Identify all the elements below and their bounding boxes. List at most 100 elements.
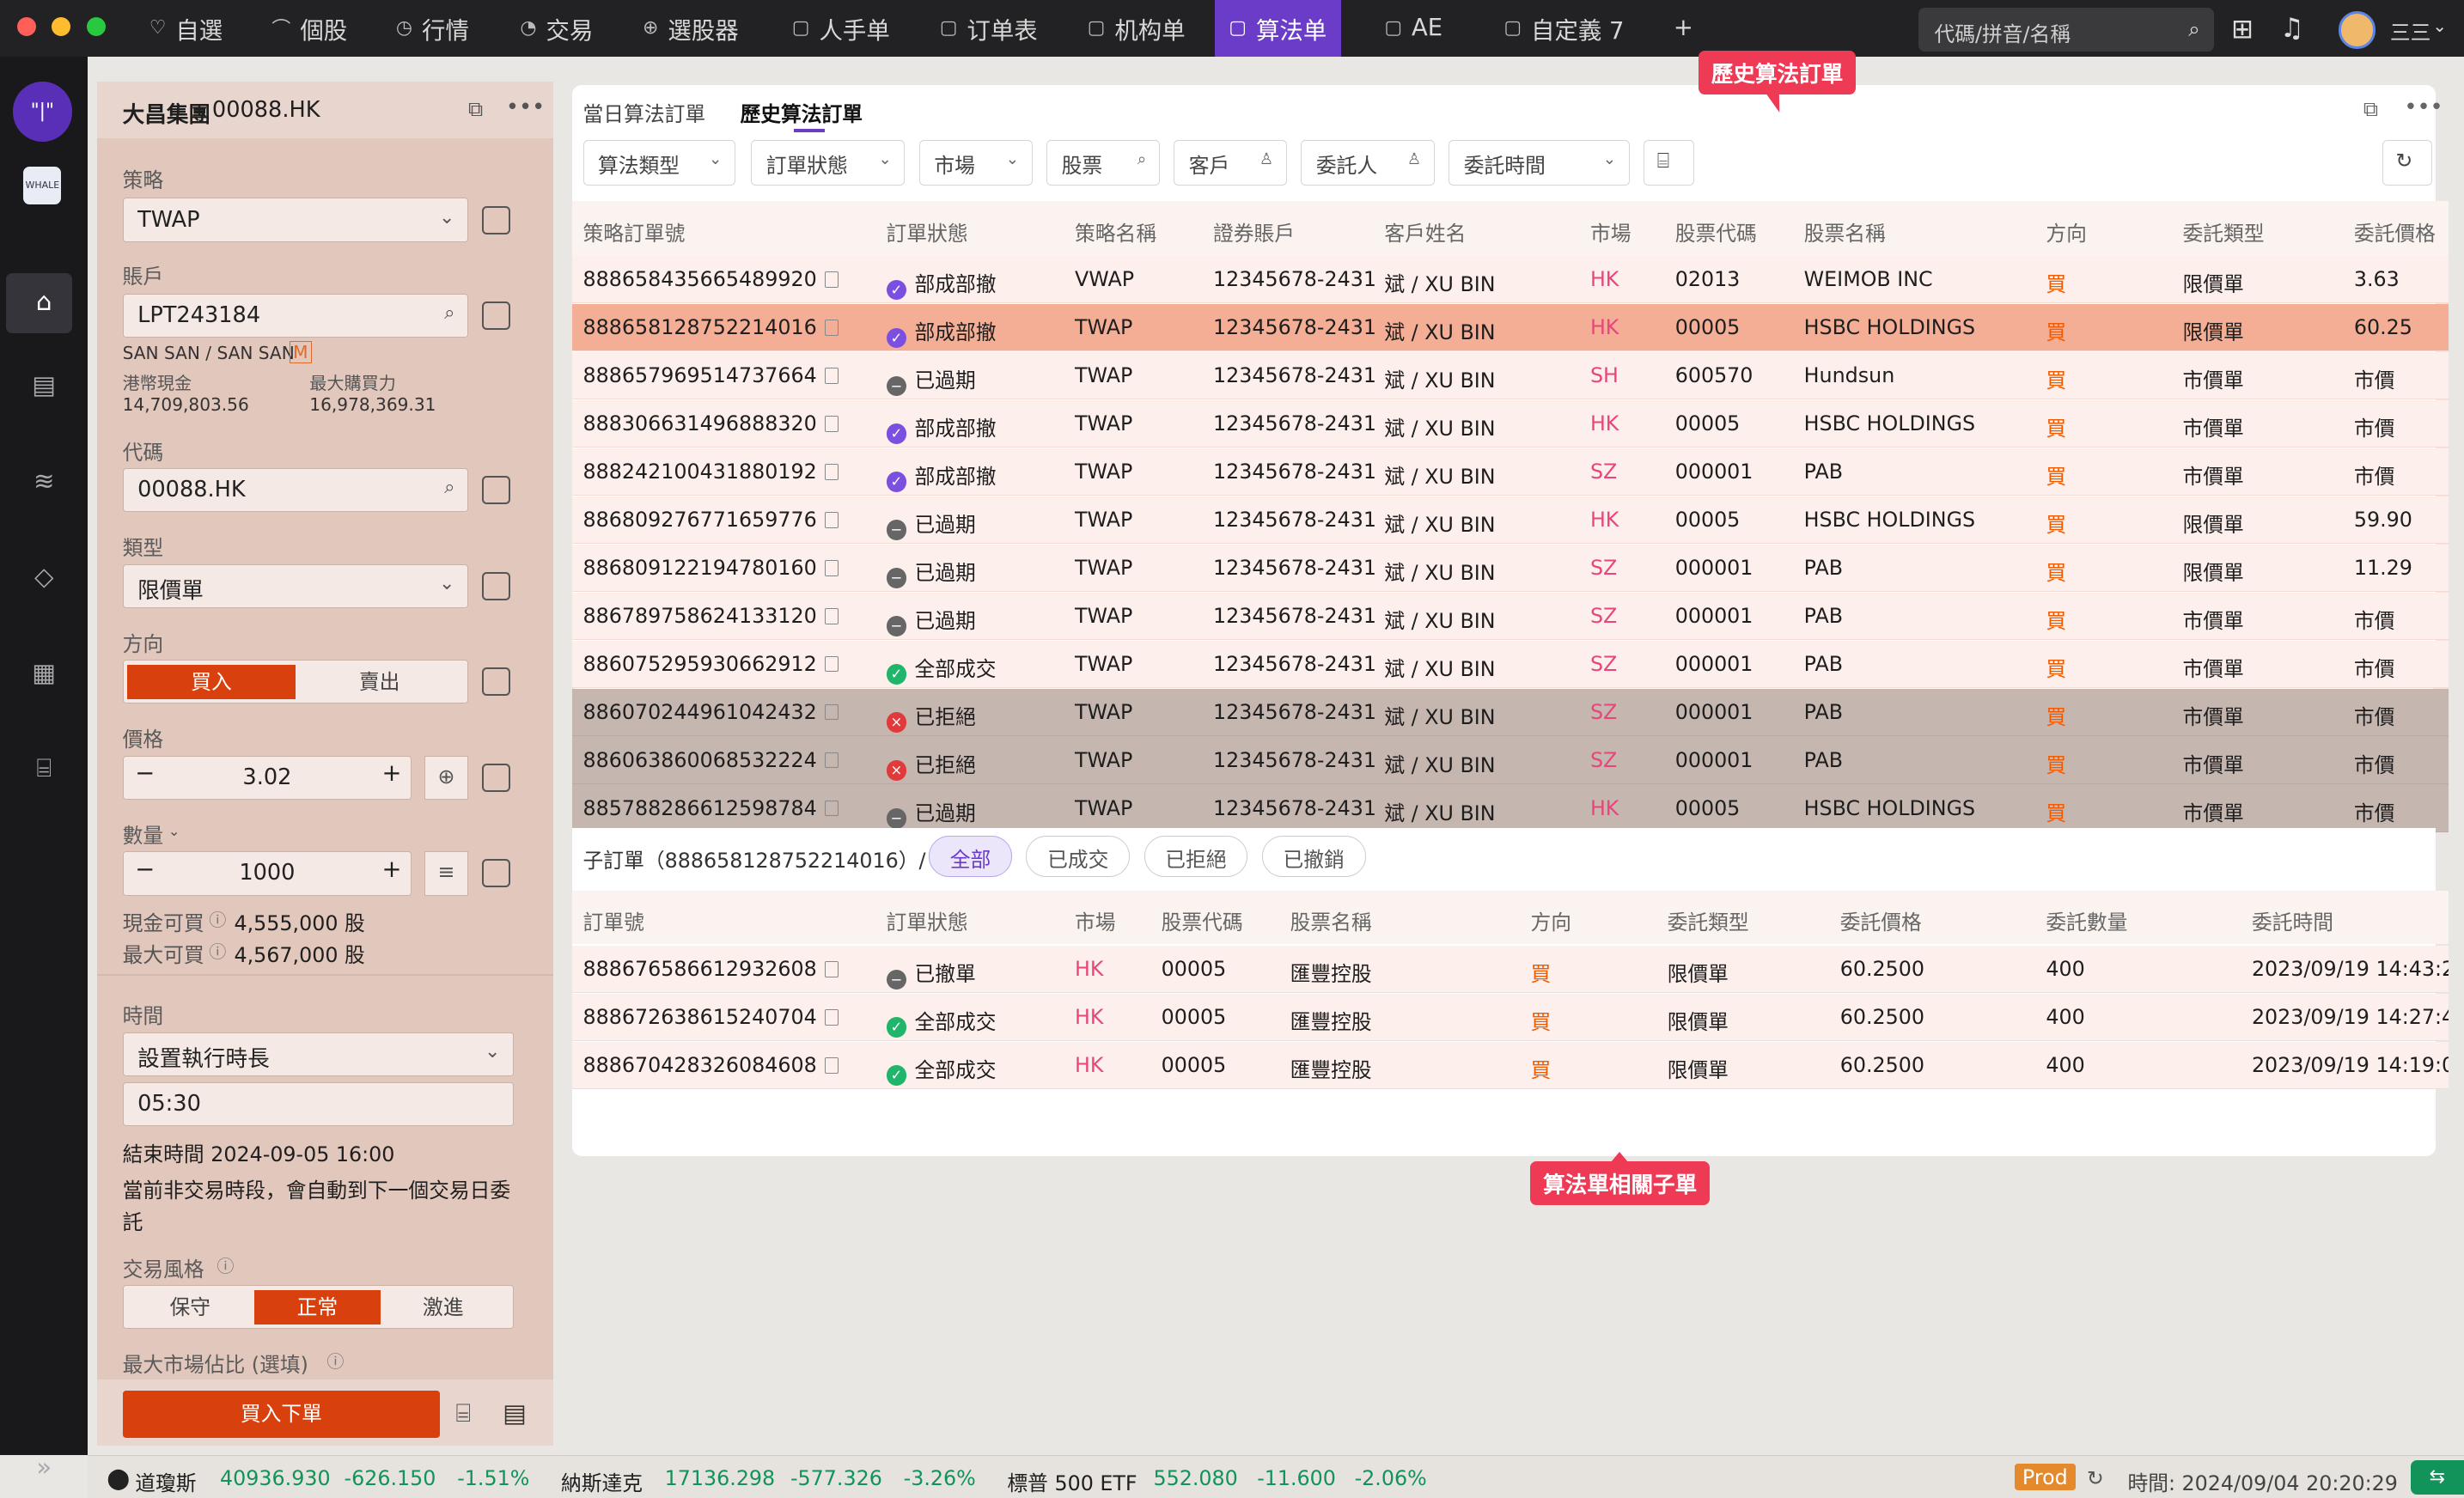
table-row[interactable]: 886809122194780160 − 已過期 TWAP 12345678-2431 斌… xyxy=(571,544,2449,592)
duration-input[interactable]: 05:30 xyxy=(122,1082,515,1127)
quantity-checkbox[interactable] xyxy=(482,859,511,888)
column-header[interactable]: 策略訂單號 xyxy=(583,216,686,247)
expand-icon[interactable]: » xyxy=(21,1444,68,1491)
copy-icon[interactable] xyxy=(824,704,839,721)
table-row[interactable]: 886809276771659776 − 已過期 TWAP 12345678-2431 斌… xyxy=(571,496,2449,544)
shield-icon[interactable]: ◇ xyxy=(21,553,68,600)
bell-icon[interactable]: ♫ xyxy=(2280,13,2304,44)
tab-6[interactable]: ▢ 人手单 xyxy=(778,0,904,57)
crosshair-icon[interactable]: ⊕ xyxy=(424,755,469,800)
order-type-select[interactable]: 限價單 ⌄ xyxy=(122,563,469,608)
info-icon[interactable]: ⓘ xyxy=(209,938,226,963)
price-stepper[interactable]: 3.02 xyxy=(122,755,412,800)
copy-icon[interactable] xyxy=(824,560,839,576)
submit-buy-button[interactable]: 買入下單 xyxy=(122,1390,441,1438)
trade-style-option[interactable]: 激進 xyxy=(381,1290,506,1324)
minimize-window-button[interactable] xyxy=(52,17,71,37)
tab-11[interactable]: ▢ 自定義 7 xyxy=(1490,0,1638,57)
popout-icon[interactable]: ⧉ xyxy=(2363,97,2378,121)
table-row[interactable]: 888676586612932608 − 已撤單 HK 00005 匯豐控股 買 限價單 60.… xyxy=(571,946,2449,993)
home-icon[interactable]: ⌂ xyxy=(21,278,68,326)
info-icon[interactable]: ⓘ xyxy=(217,1252,234,1277)
copy-icon[interactable] xyxy=(824,656,839,673)
code-input[interactable]: 00088.HK ⌕ xyxy=(122,468,469,513)
tab-8[interactable]: ▢ 机构单 xyxy=(1073,0,1199,57)
info-icon[interactable]: ⓘ xyxy=(209,906,226,931)
quantity-stepper[interactable]: 1000 xyxy=(122,851,412,896)
column-header[interactable]: 股票名稱 xyxy=(1804,216,1886,247)
refresh-icon[interactable]: ↻ xyxy=(2087,1466,2104,1490)
account-checkbox[interactable] xyxy=(482,301,511,331)
tab-3[interactable]: ◷ 行情 xyxy=(381,0,483,57)
price-checkbox[interactable] xyxy=(482,763,511,792)
table-row[interactable]: 888242100431880192 ✓ 部成部撤 TWAP 12345678-2431… xyxy=(571,448,2449,496)
table-row[interactable]: 888670428326084608 ✓ 全部成交 HK 00005 匯豐控股 買 限價單 60… xyxy=(571,1041,2449,1089)
copy-icon[interactable] xyxy=(824,801,839,817)
column-header[interactable]: 證券賬戶 xyxy=(1213,216,1295,247)
more-icon[interactable]: ••• xyxy=(2404,94,2443,120)
price-plus-button[interactable]: + xyxy=(381,760,401,787)
filter-7[interactable]: 委託時間 ⌄ xyxy=(1449,139,1630,186)
quantity-plus-button[interactable]: + xyxy=(381,856,401,883)
filter-pill[interactable]: 已成交 xyxy=(1026,836,1131,877)
copy-icon[interactable] xyxy=(824,1057,839,1074)
copy-icon[interactable] xyxy=(824,416,839,432)
copy-icon[interactable] xyxy=(824,1009,839,1026)
refresh-icon[interactable]: ↻ xyxy=(2382,139,2433,186)
filter-pill[interactable]: 全部 xyxy=(928,836,1012,877)
trade-style-option[interactable]: 保守 xyxy=(127,1290,253,1324)
tab-today-orders[interactable]: 當日算法訂單 xyxy=(583,97,706,127)
sell-toggle[interactable]: 賣出 xyxy=(297,665,462,699)
tab-7[interactable]: ▢ 订单表 xyxy=(925,0,1052,57)
filter-2[interactable]: 訂單狀態 ⌄ xyxy=(751,139,906,186)
column-header[interactable]: 訂單狀態 xyxy=(887,216,968,247)
copy-icon[interactable] xyxy=(824,512,839,528)
table-row[interactable]: 886789758624133120 − 已過期 TWAP 12345678-2431 斌… xyxy=(571,592,2449,640)
table-row[interactable]: 886075295930662912 ✓ 全部成交 TWAP 12345678-2431… xyxy=(571,640,2449,688)
table-row[interactable]: 888658435665489920 ✓ 部成部撤 VWAP 12345678-2431… xyxy=(571,256,2449,303)
time-mode-select[interactable]: 設置執行時長 ⌄ xyxy=(122,1032,515,1076)
filter-1[interactable]: 算法類型 ⌄ xyxy=(582,139,735,186)
trade-style-option[interactable]: 正常 xyxy=(254,1289,381,1324)
copy-icon[interactable] xyxy=(824,752,839,769)
chevron-down-icon[interactable]: ⌄ xyxy=(2432,15,2447,36)
quantity-minus-button[interactable]: − xyxy=(135,856,155,883)
copy-icon[interactable] xyxy=(824,608,839,624)
table-row[interactable]: 885788286612598784 − 已過期 TWAP 12345678-2431 斌… xyxy=(571,784,2449,832)
strategy-checkbox[interactable] xyxy=(482,205,511,234)
tab-5[interactable]: ⊕ 選股器 xyxy=(629,0,753,57)
tab-4[interactable]: ◔ 交易 xyxy=(506,0,607,57)
type-checkbox[interactable] xyxy=(482,571,511,600)
report-icon[interactable]: ▦ xyxy=(21,649,68,696)
tab-1[interactable]: ♡ 自選 xyxy=(135,0,236,57)
filter-5[interactable]: 客戶 ♙ xyxy=(1174,139,1287,186)
more-icon[interactable]: ••• xyxy=(506,94,545,120)
table-row[interactable]: 888657969514737664 − 已過期 TWAP 12345678-2431 斌… xyxy=(571,352,2449,399)
export-icon[interactable]: ⌸ xyxy=(1644,139,1694,186)
copy-icon[interactable] xyxy=(824,320,839,336)
column-header[interactable]: 委託價格 xyxy=(2354,216,2436,247)
popout-icon[interactable]: ⧉ xyxy=(468,97,483,121)
table-row[interactable]: 888658128752214016 ✓ 部成部撤 TWAP 12345678-2431… xyxy=(571,304,2449,351)
filter-6[interactable]: 委託人 ♙ xyxy=(1301,139,1435,186)
column-header[interactable]: 策略名稱 xyxy=(1075,216,1156,247)
info-icon[interactable]: ⓘ xyxy=(326,1348,344,1373)
column-header[interactable]: 股票代碼 xyxy=(1675,216,1757,247)
strategy-select[interactable]: TWAP ⌄ xyxy=(122,198,469,242)
column-header[interactable]: 客戶姓名 xyxy=(1384,216,1466,247)
copy-icon[interactable] xyxy=(824,368,839,384)
avatar[interactable] xyxy=(2338,10,2376,49)
chevron-down-icon[interactable]: ⌄ xyxy=(168,823,180,839)
filter-pill[interactable]: 已拒絕 xyxy=(1144,836,1248,877)
table-row[interactable]: 888672638615240704 ✓ 全部成交 HK 00005 匯豐控股 買 限價單 60… xyxy=(571,994,2449,1041)
basket-icon[interactable]: ⌸ xyxy=(455,1398,471,1428)
layers-icon[interactable]: ≡ xyxy=(424,851,469,896)
search-input[interactable]: 代碼/拼音/名稱 ⌕ xyxy=(1918,8,2215,52)
table-row[interactable]: 886063860068532224 × 已拒絕 TWAP 12345678-2431 斌… xyxy=(571,736,2449,784)
filter-pill[interactable]: 已撤銷 xyxy=(1261,836,1366,877)
table-row[interactable]: 888306631496888320 ✓ 部成部撤 TWAP 12345678-2431… xyxy=(571,400,2449,448)
tab-2[interactable]: ⌒ 個股 xyxy=(258,0,362,57)
whale-logo[interactable]: WHALE xyxy=(23,166,62,204)
price-minus-button[interactable]: − xyxy=(135,760,155,787)
user-name[interactable]: 三三 xyxy=(2390,15,2431,46)
